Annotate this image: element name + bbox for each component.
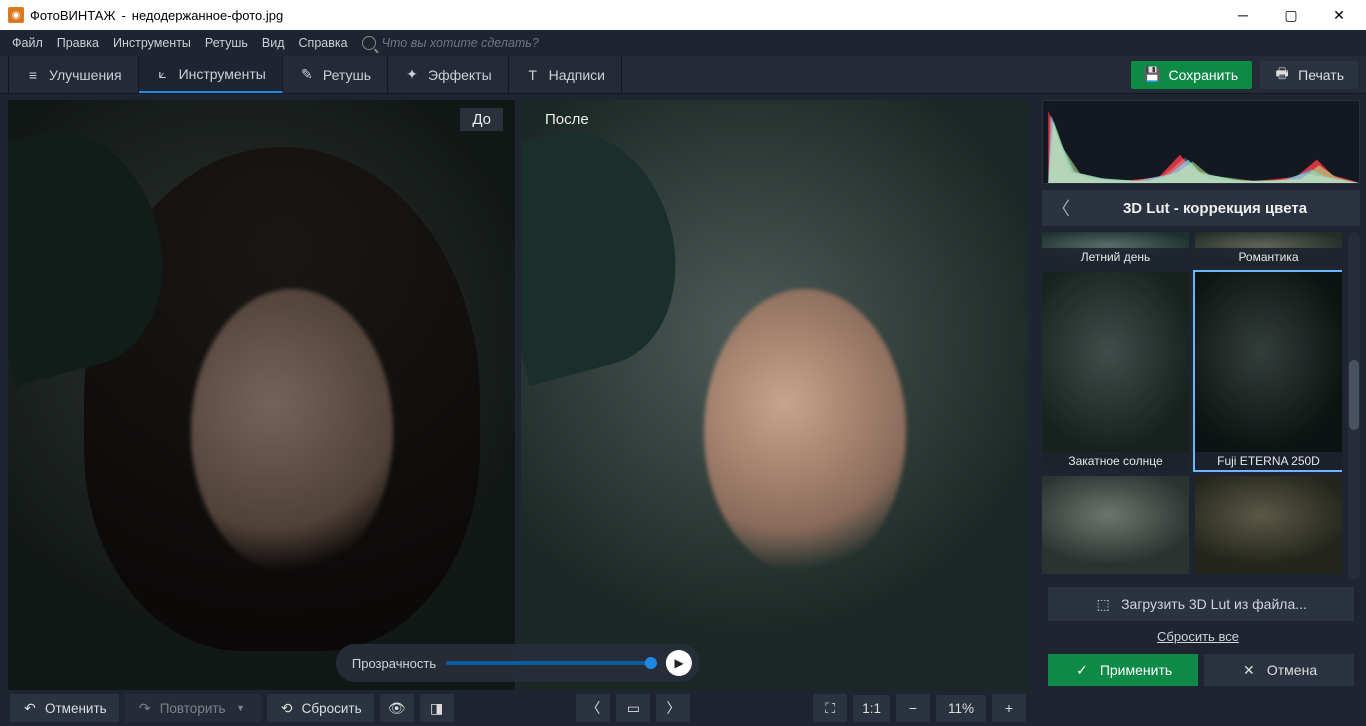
reset-icon: ⟲ bbox=[279, 700, 295, 716]
menu-bar: Файл Правка Инструменты Ретушь Вид Справ… bbox=[0, 30, 1366, 56]
search-box[interactable]: Что вы хотите сделать? bbox=[362, 36, 539, 50]
tab-text[interactable]: TНадписи bbox=[509, 56, 622, 93]
redo-button[interactable]: ↷Повторить▼ bbox=[125, 694, 261, 722]
zoom-value[interactable]: 11% bbox=[936, 695, 986, 722]
zoom-out-button[interactable]: − bbox=[896, 694, 930, 722]
titlebar: ◉ ФотоВИНТАЖ - недодержанное-фото.jpg ─ … bbox=[0, 0, 1366, 30]
save-button[interactable]: 💾Сохранить bbox=[1131, 61, 1253, 89]
tab-effects[interactable]: ✦Эффекты bbox=[388, 56, 509, 93]
apply-button[interactable]: ✓Применить bbox=[1048, 654, 1198, 686]
print-icon: 🖶 bbox=[1274, 67, 1290, 83]
preset-fuji[interactable]: Fuji ETERNA 250D bbox=[1195, 272, 1342, 470]
tab-retouch[interactable]: ✎Ретушь bbox=[283, 56, 388, 93]
scrollbar-thumb[interactable] bbox=[1349, 360, 1359, 430]
before-label: До bbox=[460, 108, 503, 131]
fit-button[interactable]: ⛶ bbox=[813, 694, 847, 722]
close-button[interactable]: ✕ bbox=[1324, 7, 1354, 24]
sliders-icon: ≡ bbox=[25, 67, 41, 83]
menu-file[interactable]: Файл bbox=[12, 36, 43, 50]
chevron-left-icon: 〈 bbox=[585, 700, 601, 716]
preset-sunset[interactable]: Закатное солнце bbox=[1042, 272, 1189, 470]
panel-title: 3D Lut - коррекция цвета bbox=[1080, 200, 1350, 217]
cancel-button[interactable]: ✕Отмена bbox=[1204, 654, 1354, 686]
menu-view[interactable]: Вид bbox=[262, 36, 285, 50]
eye-icon: 👁 bbox=[389, 700, 405, 716]
dropdown-icon: ▼ bbox=[233, 700, 249, 716]
preset-next-1[interactable] bbox=[1042, 476, 1189, 574]
search-icon bbox=[362, 36, 376, 50]
file-name: недодержанное-фото.jpg bbox=[132, 8, 283, 23]
tool-tabs: ≡Улучшения ⟀Инструменты ✎Ретушь ✦Эффекты… bbox=[0, 56, 1366, 94]
next-button[interactable]: 〉 bbox=[656, 694, 690, 722]
before-pane[interactable]: До bbox=[8, 100, 515, 692]
app-icon: ◉ bbox=[8, 7, 24, 23]
text-icon: T bbox=[525, 67, 541, 83]
chevron-right-icon: 〉 bbox=[665, 700, 681, 716]
minus-icon: − bbox=[905, 700, 921, 716]
after-label: После bbox=[533, 108, 601, 131]
compare-button[interactable]: ◨ bbox=[420, 694, 454, 722]
transparency-slider[interactable]: Прозрачность ▶ bbox=[336, 644, 700, 682]
eye-button[interactable]: 👁 bbox=[380, 694, 414, 722]
undo-icon: ↶ bbox=[22, 700, 38, 716]
folder-icon: ▭ bbox=[625, 700, 641, 716]
menu-help[interactable]: Справка bbox=[299, 36, 348, 50]
save-icon: 💾 bbox=[1145, 67, 1161, 83]
print-button[interactable]: 🖶Печать bbox=[1260, 61, 1358, 89]
right-sidebar: 〈 3D Lut - коррекция цвета Летний день Р… bbox=[1036, 94, 1366, 692]
ratio-button[interactable]: 1:1 bbox=[853, 695, 890, 722]
zoom-in-button[interactable]: + bbox=[992, 694, 1026, 722]
slider-next-icon[interactable]: ▶ bbox=[666, 650, 692, 676]
x-icon: ✕ bbox=[1241, 662, 1257, 678]
tab-tools[interactable]: ⟀Инструменты bbox=[139, 56, 283, 93]
undo-button[interactable]: ↶Отменить bbox=[10, 694, 119, 722]
plus-icon: + bbox=[1001, 700, 1017, 716]
preset-romance[interactable]: Романтика bbox=[1195, 232, 1342, 266]
load-lut-button[interactable]: ⬚ Загрузить 3D Lut из файла... bbox=[1048, 587, 1354, 621]
menu-tools[interactable]: Инструменты bbox=[113, 36, 191, 50]
prev-button[interactable]: 〈 bbox=[576, 694, 610, 722]
transparency-label: Прозрачность bbox=[352, 656, 436, 671]
minimize-button[interactable]: ─ bbox=[1228, 7, 1258, 24]
app-name: ФотоВИНТАЖ bbox=[30, 8, 115, 23]
search-placeholder: Что вы хотите сделать? bbox=[382, 36, 539, 50]
check-icon: ✓ bbox=[1074, 662, 1090, 678]
slider-thumb[interactable] bbox=[645, 657, 657, 669]
back-icon[interactable]: 〈 bbox=[1052, 195, 1070, 221]
wand-icon: ✦ bbox=[404, 67, 420, 83]
tab-enhance[interactable]: ≡Улучшения bbox=[8, 56, 139, 93]
after-pane[interactable]: После bbox=[521, 100, 1028, 692]
preset-scrollbar[interactable] bbox=[1348, 232, 1360, 579]
crop-icon: ⟀ bbox=[155, 66, 171, 82]
menu-retouch[interactable]: Ретушь bbox=[205, 36, 248, 50]
histogram[interactable] bbox=[1042, 100, 1360, 184]
panel-header: 〈 3D Lut - коррекция цвета bbox=[1042, 190, 1360, 226]
compare-icon: ◨ bbox=[429, 700, 445, 716]
brush-icon: ✎ bbox=[299, 67, 315, 83]
menu-edit[interactable]: Правка bbox=[57, 36, 99, 50]
browse-button[interactable]: ▭ bbox=[616, 694, 650, 722]
fit-icon: ⛶ bbox=[822, 700, 838, 716]
preset-next-2[interactable] bbox=[1195, 476, 1342, 574]
reset-button[interactable]: ⟲Сбросить bbox=[267, 694, 374, 722]
reset-all-link[interactable]: Сбросить все bbox=[1036, 621, 1360, 652]
maximize-button[interactable]: ▢ bbox=[1276, 7, 1306, 24]
cube-icon: ⬚ bbox=[1095, 596, 1111, 612]
redo-icon: ↷ bbox=[137, 700, 153, 716]
compare-view: До После Прозрачность ▶ bbox=[0, 94, 1036, 692]
preset-summer[interactable]: Летний день bbox=[1042, 232, 1189, 266]
